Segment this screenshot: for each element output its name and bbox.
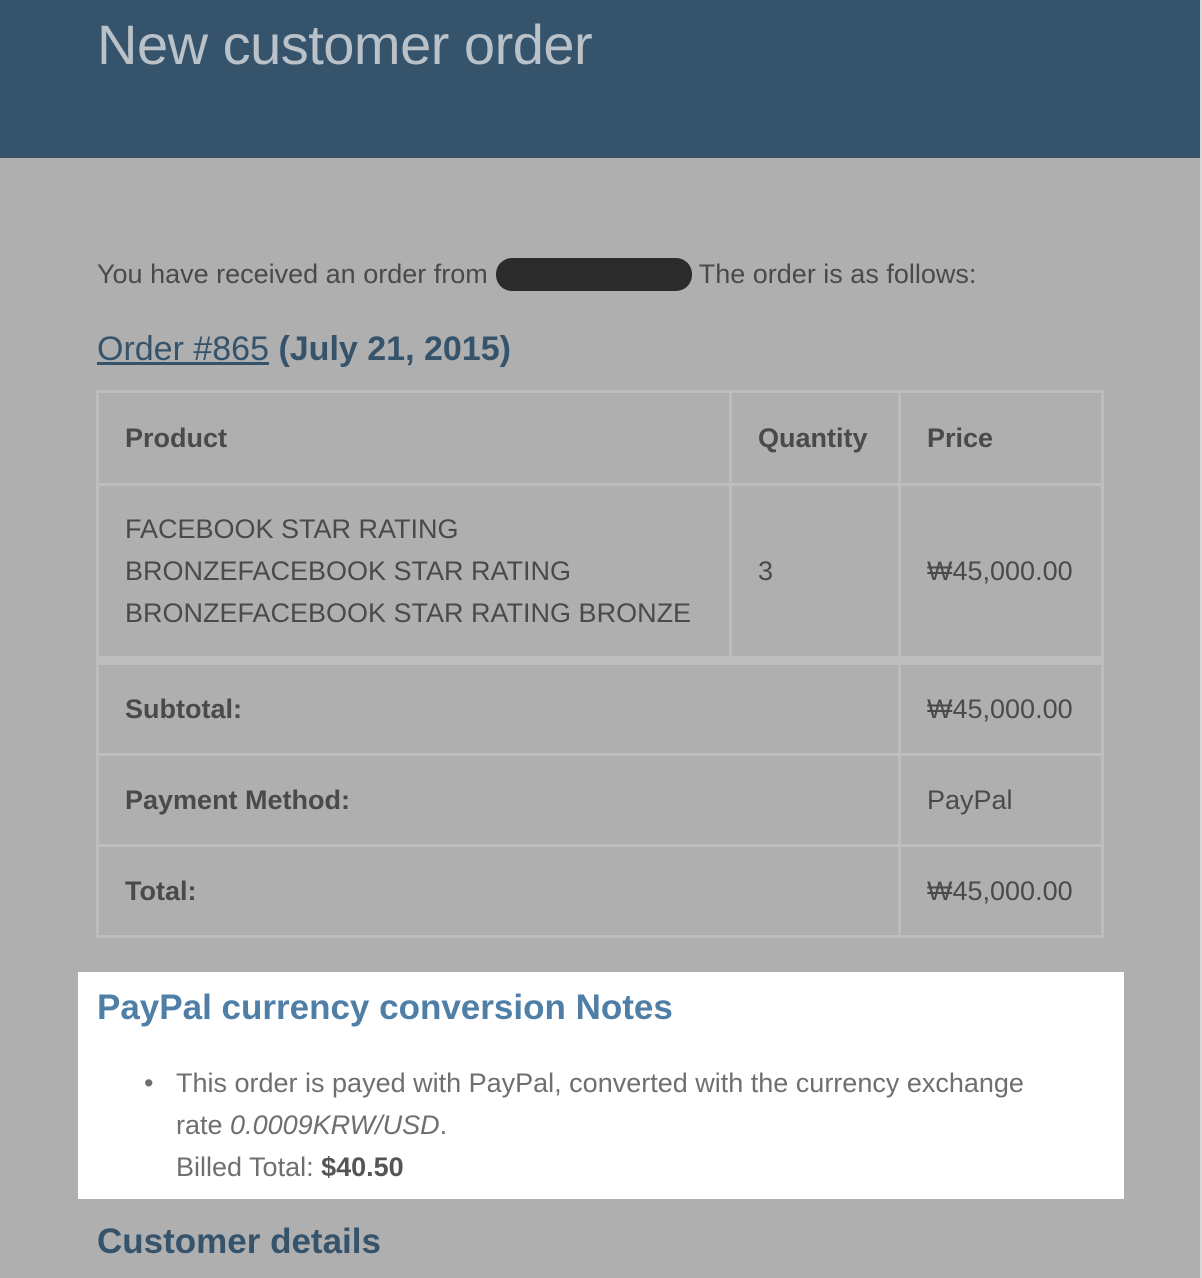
subtotal-label: Subtotal: <box>96 656 901 756</box>
column-header-price: Price <box>898 390 1104 486</box>
column-header-product: Product <box>96 390 732 486</box>
billed-total-amount: $40.50 <box>321 1152 404 1182</box>
subtotal-row: Subtotal: ₩45,000.00 <box>96 656 1104 756</box>
product-price-cell: ₩45,000.00 <box>898 483 1104 662</box>
list-item: This order is payed with PayPal, convert… <box>176 1062 1076 1188</box>
exchange-rate: 0.0009KRW/USD <box>230 1110 440 1140</box>
rate-period: . <box>439 1110 448 1140</box>
product-name-cell: FACEBOOK STAR RATING BRONZEFACEBOOK STAR… <box>96 483 732 662</box>
payment-method-value: PayPal <box>898 753 1104 847</box>
product-name-line: BRONZEFACEBOOK STAR RATING <box>125 556 572 586</box>
order-heading: Order #865 (July 21, 2015) <box>97 330 511 369</box>
email-title: New customer order <box>97 13 593 76</box>
intro-text: You have received an order from The order… <box>97 256 976 292</box>
billed-total-label: Billed Total: <box>176 1152 314 1182</box>
customer-details-title: Customer details <box>97 1222 381 1261</box>
total-label: Total: <box>96 844 901 938</box>
order-date: (July 21, 2015) <box>278 330 511 368</box>
intro-prefix: You have received an order from <box>97 259 488 289</box>
table-row: FACEBOOK STAR RATING BRONZEFACEBOOK STAR… <box>96 483 1104 662</box>
intro-suffix: The order is as follows: <box>698 259 977 289</box>
bullet-icon: • <box>144 1068 154 1098</box>
order-number-link[interactable]: Order #865 <box>97 330 269 368</box>
currency-notes-title: PayPal currency conversion Notes <box>97 988 673 1027</box>
order-table: Product Quantity Price FACEBOOK STAR RAT… <box>96 390 1104 938</box>
product-name-line: BRONZEFACEBOOK STAR RATING BRONZE <box>125 598 692 628</box>
payment-method-label: Payment Method: <box>96 753 901 847</box>
table-header-row: Product Quantity Price <box>96 390 1104 486</box>
column-header-quantity: Quantity <box>729 390 901 486</box>
payment-method-row: Payment Method: PayPal <box>96 753 1104 847</box>
product-name-line: FACEBOOK STAR RATING <box>125 514 459 544</box>
currency-notes-panel: PayPal currency conversion Notes • This … <box>78 972 1124 1199</box>
total-row: Total: ₩45,000.00 <box>96 844 1104 938</box>
email-header: New customer order <box>0 0 1200 158</box>
product-quantity-cell: 3 <box>729 483 901 662</box>
redacted-customer-name <box>495 258 692 291</box>
currency-notes-list: • This order is payed with PayPal, conve… <box>144 1062 1076 1188</box>
subtotal-value: ₩45,000.00 <box>898 656 1104 756</box>
total-value: ₩45,000.00 <box>898 844 1104 938</box>
